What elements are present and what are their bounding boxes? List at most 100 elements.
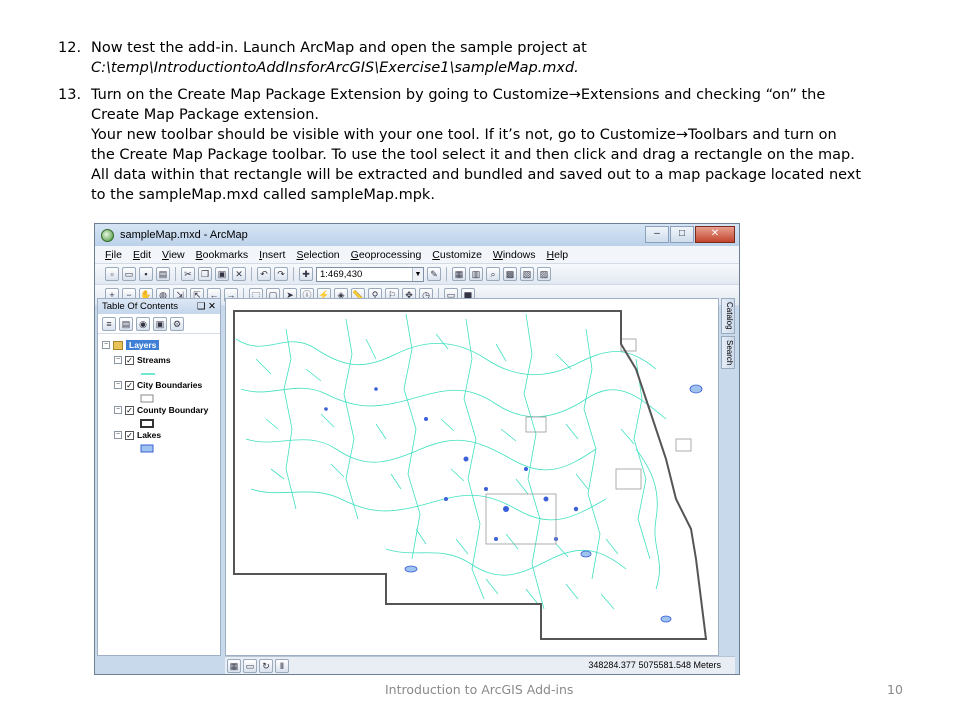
toc-title: Table Of Contents	[102, 301, 179, 312]
step-text: Create Map Package extension.	[91, 107, 320, 123]
layer-visibility-checkbox[interactable]: ✓	[125, 380, 134, 390]
layer-name: County Boundary	[137, 405, 209, 415]
toc-toolbar: ≡ ▤ ◉ ▣ ⚙	[98, 314, 220, 334]
catalog-tab[interactable]: Catalog	[721, 298, 735, 334]
city-polygon-symbol	[140, 394, 154, 403]
menu-edit[interactable]: Edit	[133, 249, 151, 261]
project-path: C:\temp\IntroductiontoAddInsforArcGIS\Ex…	[91, 60, 579, 76]
chevron-down-icon[interactable]: ▼	[412, 267, 423, 281]
refresh-icon[interactable]: ↻	[259, 659, 273, 673]
add-data-icon[interactable]: ✚	[299, 267, 313, 281]
close-button[interactable]: ✕	[695, 226, 735, 243]
instruction-steps: 12. Now test the add-in. Launch ArcMap a…	[58, 38, 908, 212]
step-text: All data within that rectangle will be e…	[91, 167, 862, 183]
list-by-visibility-icon[interactable]: ◉	[136, 316, 150, 331]
collapse-icon[interactable]: −	[102, 341, 110, 349]
layer-name: Lakes	[137, 430, 162, 440]
data-view-icon[interactable]: ▦	[227, 659, 241, 673]
menu-view[interactable]: View	[162, 249, 185, 261]
lake-polygon-symbol	[140, 444, 154, 453]
menu-selection[interactable]: Selection	[296, 249, 339, 261]
cut-icon[interactable]: ✂	[181, 267, 195, 281]
collapse-icon[interactable]: −	[114, 431, 122, 439]
layer-visibility-checkbox[interactable]: ✓	[125, 430, 134, 440]
collapse-icon[interactable]: −	[114, 406, 122, 414]
scale-value: 1:469,430	[320, 268, 363, 280]
menu-geoprocessing[interactable]: Geoprocessing	[351, 249, 422, 261]
window-titlebar[interactable]: sampleMap.mxd - ArcMap – □ ✕	[95, 224, 739, 246]
arrow-icon: →	[675, 127, 689, 143]
map-canvas[interactable]	[226, 299, 718, 655]
layer-row-county-boundary[interactable]: − ✓ County Boundary	[114, 405, 208, 415]
stream-line-symbol	[141, 373, 155, 375]
status-bar: ▦ ▭ ↻ Ⅱ 348284.377 5075581.548 Meters	[225, 656, 735, 674]
paste-icon[interactable]: ▣	[215, 267, 229, 281]
toolbar-separator	[446, 267, 447, 281]
county-polygon-symbol	[140, 419, 154, 428]
search-tab[interactable]: Search	[721, 335, 735, 369]
streams-layer	[235, 313, 667, 610]
catalog-window-icon[interactable]: ▥	[469, 267, 483, 281]
model-builder-icon[interactable]: ▨	[537, 267, 551, 281]
step-text: Now test the add-in. Launch ArcMap and o…	[91, 40, 587, 56]
arrow-icon: →	[568, 87, 581, 103]
menu-file[interactable]: File	[105, 249, 122, 261]
menu-help[interactable]: Help	[547, 249, 569, 261]
layer-visibility-checkbox[interactable]: ✓	[125, 355, 134, 365]
layer-visibility-checkbox[interactable]: ✓	[125, 405, 134, 415]
pause-drawing-icon[interactable]: Ⅱ	[275, 659, 289, 673]
menu-insert[interactable]: Insert	[259, 249, 285, 261]
coordinate-readout: 348284.377 5075581.548 Meters	[588, 660, 721, 670]
toc-window-icon[interactable]: ▦	[452, 267, 466, 281]
undo-icon[interactable]: ↶	[257, 267, 271, 281]
list-by-selection-icon[interactable]: ▣	[153, 316, 167, 331]
menu-windows[interactable]: Windows	[493, 249, 536, 261]
layers-group-label: Layers	[126, 340, 160, 350]
maximize-button[interactable]: □	[670, 226, 694, 243]
footer-title: Introduction to ArcGIS Add-ins	[385, 682, 574, 697]
toolbar-separator	[175, 267, 176, 281]
step-12: 12. Now test the add-in. Launch ArcMap a…	[58, 38, 908, 78]
layer-group-row[interactable]: − Layers	[102, 340, 160, 350]
layers-group-icon	[113, 340, 123, 350]
arctoolbox-icon[interactable]: ▩	[503, 267, 517, 281]
standard-toolbar: ▫ ▭ ▪ ▤ ✂ ❐ ▣ ✕ ↶ ↷ ✚ 1:469,430 ▼ ✎ ▦ ▥ …	[95, 264, 739, 285]
layer-row-streams[interactable]: − ✓ Streams	[114, 355, 171, 365]
layout-view-icon[interactable]: ▭	[243, 659, 257, 673]
window-title: sampleMap.mxd - ArcMap	[120, 229, 248, 241]
right-dock: Catalog Search	[721, 298, 735, 398]
list-by-drawing-order-icon[interactable]: ≡	[102, 316, 116, 331]
open-folder-icon[interactable]: ▭	[122, 267, 136, 281]
redo-icon[interactable]: ↷	[274, 267, 288, 281]
step-text: to the sampleMap.mxd called sampleMap.mp…	[91, 187, 435, 203]
menu-bookmarks[interactable]: Bookmarks	[196, 249, 249, 261]
step-text: the Create Map Package toolbar. To use t…	[91, 147, 855, 163]
minimize-button[interactable]: –	[645, 226, 669, 243]
editor-icon[interactable]: ✎	[427, 267, 441, 281]
lakes-layer	[324, 384, 703, 623]
layer-name: Streams	[137, 355, 171, 365]
menu-customize[interactable]: Customize	[432, 249, 482, 261]
save-icon[interactable]: ▪	[139, 267, 153, 281]
collapse-icon[interactable]: −	[114, 381, 122, 389]
search-window-icon[interactable]: ⌕	[486, 267, 500, 281]
toc-pin-close[interactable]: ❑ ✕	[197, 299, 216, 314]
list-by-source-icon[interactable]: ▤	[119, 316, 133, 331]
map-scale-combobox[interactable]: 1:469,430 ▼	[316, 266, 424, 282]
new-document-icon[interactable]: ▫	[105, 267, 119, 281]
options-icon[interactable]: ⚙	[170, 316, 184, 331]
toolbar-separator	[293, 267, 294, 281]
county-boundary-layer	[233, 310, 708, 640]
page-number: 10	[887, 682, 903, 697]
arcmap-globe-icon	[101, 228, 114, 242]
layer-row-lakes[interactable]: − ✓ Lakes	[114, 430, 161, 440]
python-window-icon[interactable]: ▧	[520, 267, 534, 281]
collapse-icon[interactable]: −	[114, 356, 122, 364]
copy-icon[interactable]: ❐	[198, 267, 212, 281]
map-display[interactable]	[225, 298, 719, 656]
print-icon[interactable]: ▤	[156, 267, 170, 281]
layer-row-city-boundaries[interactable]: − ✓ City Boundaries	[114, 380, 202, 390]
delete-icon[interactable]: ✕	[232, 267, 246, 281]
table-of-contents-panel: Table Of Contents ❑ ✕ ≡ ▤ ◉ ▣ ⚙ − Layers…	[97, 298, 221, 656]
step-text: Turn on the Create Map Package Extension…	[91, 87, 826, 103]
